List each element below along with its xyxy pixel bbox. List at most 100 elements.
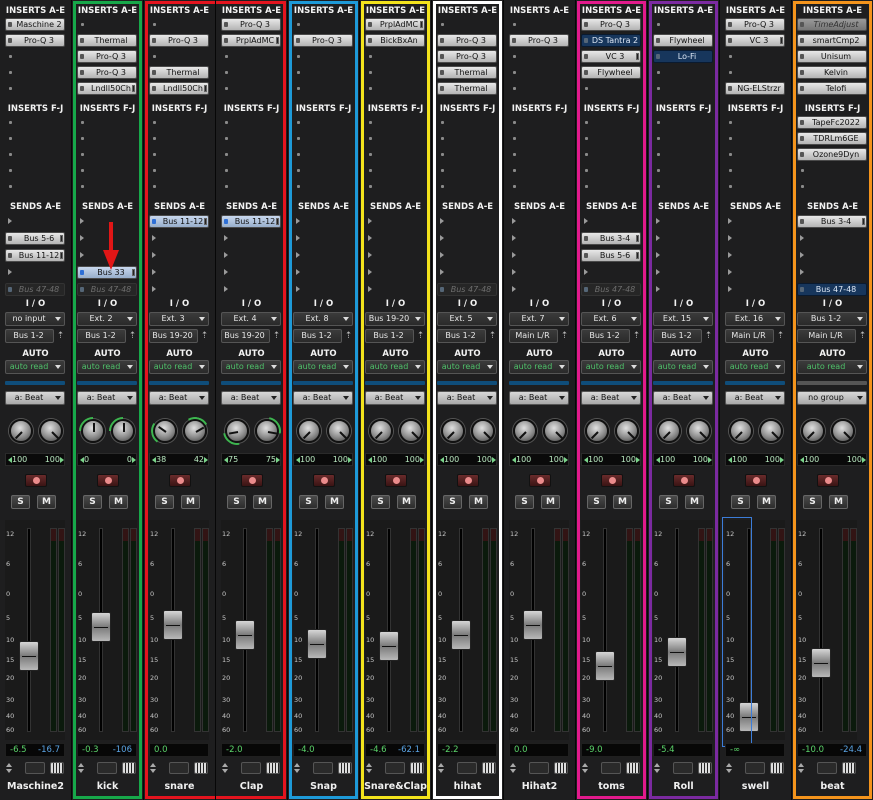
input-selector[interactable]: Ext. 8 [293,312,353,326]
insert-fj-slot-3[interactable] [5,164,65,177]
track-view-button[interactable] [97,762,117,774]
insert-slot-4[interactable]: Lndll50Ch [149,82,209,95]
volume-fader[interactable] [235,620,255,651]
insert-fj-slot-3[interactable] [149,164,209,177]
insert-slot-3[interactable]: Thermal [437,66,497,79]
plugin-power-icon[interactable] [368,22,372,27]
insert-fj-slot-2[interactable] [509,148,569,161]
send-bus[interactable]: Bus 47-48 [797,283,867,296]
track-view-button[interactable] [745,762,765,774]
output-link-icon[interactable]: ⇡ [343,329,354,343]
pan-knob-left[interactable] [73,411,113,451]
automation-mode-selector[interactable]: auto read [149,360,209,374]
midi-keyboard-icon[interactable] [50,762,64,774]
insert-fj-slot-2[interactable] [221,148,281,161]
record-enable-button[interactable] [25,474,47,487]
track-order-arrows-icon[interactable] [653,762,664,774]
plugin-power-icon[interactable] [8,38,12,43]
insert-fj-slot-2[interactable] [653,148,713,161]
insert-plugin[interactable]: Ozone9Dyn [797,148,867,161]
send-slot-3[interactable] [221,266,281,279]
record-enable-button[interactable] [745,474,767,487]
send-slot-4[interactable] [293,283,353,296]
send-slot-4[interactable]: Bus 47-48 [77,283,137,296]
insert-plugin[interactable]: Pro-Q 3 [77,66,137,79]
send-slot-4[interactable] [149,283,209,296]
insert-fj-slot-3[interactable] [653,164,713,177]
insert-plugin[interactable]: Pro-Q 3 [725,18,785,31]
send-slot-1[interactable] [797,232,867,245]
insert-plugin[interactable]: Pro-Q 3 [509,34,569,47]
insert-fj-slot-0[interactable] [509,116,569,129]
plugin-power-icon[interactable] [584,70,588,75]
track-name[interactable]: Maschine2 [4,780,67,794]
send-slot-1[interactable] [725,232,785,245]
insert-fj-slot-3[interactable] [581,164,641,177]
record-enable-button[interactable] [529,474,551,487]
insert-slot-4[interactable]: Telofi [797,82,867,95]
insert-fj-slot-0[interactable] [149,116,209,129]
send-slot-2[interactable] [437,249,497,262]
record-enable-button[interactable] [601,474,623,487]
insert-fj-slot-2[interactable] [77,148,137,161]
insert-plugin[interactable]: Thermal [437,82,497,95]
pan-knob-left[interactable] [585,419,609,443]
send-slot-3[interactable] [797,266,867,279]
automation-mode-selector[interactable]: auto read [437,360,497,374]
volume-fader[interactable] [379,630,399,661]
insert-fj-slot-3[interactable] [797,164,867,177]
send-slot-0[interactable] [437,215,497,228]
track-order-arrows-icon[interactable] [581,762,592,774]
solo-button[interactable]: S [299,495,318,509]
insert-plugin[interactable]: smartCmp2 [797,34,867,47]
send-bus[interactable]: Bus 47-48 [437,283,497,296]
plugin-power-icon[interactable] [224,22,228,27]
insert-fj-slot-1[interactable] [149,132,209,145]
insert-slot-2[interactable]: VC 3 [581,50,641,63]
pan-knob-left[interactable] [369,419,393,443]
plugin-power-icon[interactable] [440,70,444,75]
record-enable-button[interactable] [241,474,263,487]
insert-fj-slot-4[interactable] [149,180,209,193]
solo-button[interactable]: S [11,495,30,509]
send-slot-0[interactable] [653,215,713,228]
insert-slot-1[interactable]: Pro-Q 3 [5,34,65,47]
midi-keyboard-icon[interactable] [626,762,640,774]
insert-fj-slot-4[interactable] [797,180,867,193]
insert-plugin[interactable]: PrplAdMC [365,18,425,31]
insert-plugin[interactable]: NG-ELStrzr [725,82,785,95]
pan-knob-right[interactable] [615,419,639,443]
insert-plugin[interactable]: Pro-Q 3 [293,34,353,47]
output-selector[interactable]: Bus 1-2 [77,329,126,343]
send-mute-icon[interactable] [584,236,588,241]
pan-knob-left[interactable] [297,419,321,443]
send-slot-3[interactable] [437,266,497,279]
insert-fj-slot-0[interactable] [653,116,713,129]
record-enable-button[interactable] [817,474,839,487]
plugin-power-icon[interactable] [8,22,12,27]
send-mute-icon[interactable] [800,287,804,292]
send-bus[interactable]: Bus 47-48 [581,283,641,296]
track-view-button[interactable] [673,762,693,774]
insert-slot-0[interactable]: PrplAdMC [365,18,425,31]
input-selector[interactable]: Ext. 4 [221,312,281,326]
automation-mode-selector[interactable]: auto read [293,360,353,374]
mute-button[interactable]: M [685,495,704,509]
pan-knob-right[interactable] [177,413,213,449]
group-selector[interactable]: a: Beat [365,391,425,405]
plugin-power-icon[interactable] [512,38,516,43]
send-slot-2[interactable] [725,249,785,262]
insert-slot-3[interactable] [653,66,713,79]
group-selector[interactable]: a: Beat [725,391,785,405]
input-selector[interactable]: no input [5,312,65,326]
insert-slot-3[interactable] [221,66,281,79]
send-slot-4[interactable] [725,283,785,296]
plugin-power-icon[interactable] [152,86,156,91]
plugin-power-icon[interactable] [728,38,732,43]
send-mute-icon[interactable] [80,287,84,292]
send-slot-2[interactable] [293,249,353,262]
send-slot-3[interactable] [725,266,785,279]
send-slot-1[interactable] [437,232,497,245]
insert-slot-2[interactable]: Lo-Fi [653,50,713,63]
solo-button[interactable]: S [371,495,390,509]
